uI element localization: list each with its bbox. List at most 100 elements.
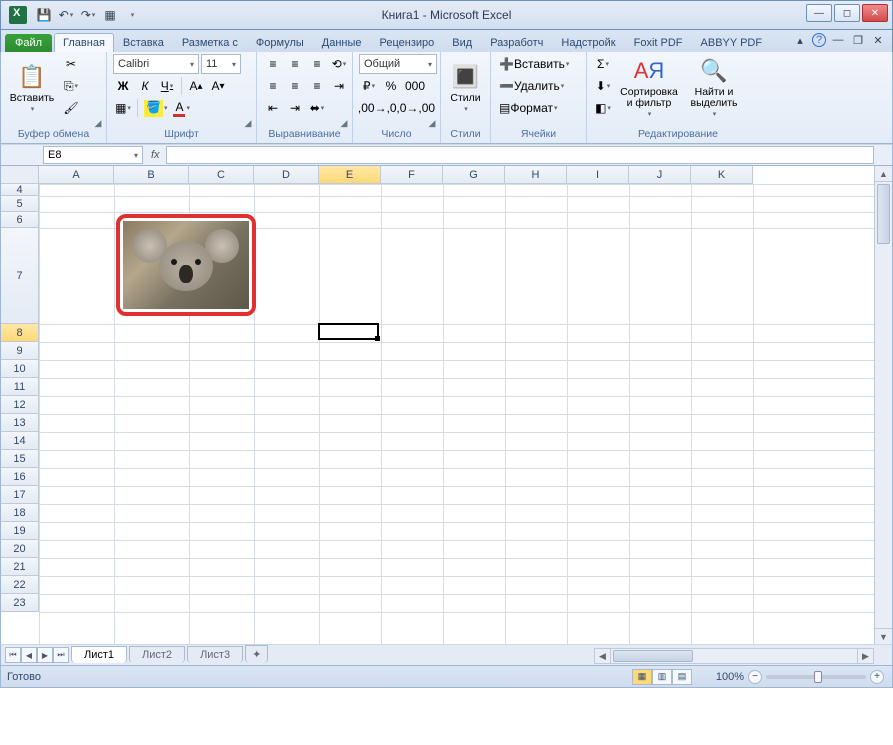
zoom-level[interactable]: 100% — [716, 671, 744, 683]
font-launcher-icon[interactable]: ◢ — [242, 117, 254, 129]
hscroll-thumb[interactable] — [613, 650, 693, 662]
doc-minimize-icon[interactable]: — — [830, 32, 846, 48]
tab-data[interactable]: Данные — [313, 33, 371, 52]
column-header-G[interactable]: G — [443, 166, 505, 184]
scroll-up-icon[interactable]: ▲ — [875, 166, 892, 182]
fill-color-icon[interactable]: 🪣▾ — [142, 98, 169, 118]
wrap-text-icon[interactable]: ⇥ — [329, 76, 349, 96]
orientation-icon[interactable]: ⟲▾ — [329, 54, 349, 74]
row-header-21[interactable]: 21 — [1, 558, 39, 576]
column-header-E[interactable]: E — [319, 166, 381, 184]
sheet-tab-2[interactable]: Лист2 — [129, 646, 185, 663]
sheet-tab-3[interactable]: Лист3 — [187, 646, 243, 663]
row-header-14[interactable]: 14 — [1, 432, 39, 450]
select-all-corner[interactable] — [1, 166, 39, 184]
row-header-11[interactable]: 11 — [1, 378, 39, 396]
formula-input[interactable] — [166, 146, 874, 164]
italic-button[interactable]: К — [135, 76, 155, 96]
page-layout-view-icon[interactable]: ▥ — [652, 669, 672, 685]
sort-filter-button[interactable]: АЯ Сортировка и фильтр▾ — [617, 54, 681, 120]
underline-button[interactable]: Ч▾ — [157, 76, 177, 96]
find-select-button[interactable]: 🔍 Найти и выделить▾ — [685, 54, 743, 120]
row-header-18[interactable]: 18 — [1, 504, 39, 522]
row-header-5[interactable]: 5 — [1, 196, 39, 212]
decrease-indent-icon[interactable]: ⇤ — [263, 98, 283, 118]
row-header-9[interactable]: 9 — [1, 342, 39, 360]
zoom-out-icon[interactable]: − — [748, 670, 762, 684]
delete-cells-button[interactable]: ➖ Удалить▾ — [497, 76, 566, 96]
save-icon[interactable]: 💾 — [35, 6, 53, 24]
tab-home[interactable]: Главная — [54, 33, 114, 52]
clear-icon[interactable]: ◧▾ — [593, 98, 613, 118]
align-center-icon[interactable]: ≡ — [285, 76, 305, 96]
row-header-8[interactable]: 8 — [1, 324, 39, 342]
row-header-20[interactable]: 20 — [1, 540, 39, 558]
column-header-J[interactable]: J — [629, 166, 691, 184]
tab-foxit[interactable]: Foxit PDF — [625, 33, 692, 52]
name-box[interactable]: E8▾ — [43, 146, 143, 164]
fill-icon[interactable]: ⬇▾ — [593, 76, 613, 96]
column-header-C[interactable]: C — [189, 166, 254, 184]
align-top-icon[interactable]: ≡ — [263, 54, 283, 74]
maximize-button[interactable]: ◻ — [834, 4, 860, 22]
zoom-slider[interactable] — [766, 675, 866, 679]
accounting-format-icon[interactable]: ₽▾ — [359, 76, 379, 96]
column-header-B[interactable]: B — [114, 166, 189, 184]
percent-format-icon[interactable]: % — [381, 76, 401, 96]
sheet-tab-1[interactable]: Лист1 — [71, 646, 127, 663]
qat-customize-icon[interactable]: ▾ — [123, 6, 141, 24]
column-header-D[interactable]: D — [254, 166, 319, 184]
column-header-H[interactable]: H — [505, 166, 567, 184]
align-bottom-icon[interactable]: ≡ — [307, 54, 327, 74]
row-header-17[interactable]: 17 — [1, 486, 39, 504]
row-header-13[interactable]: 13 — [1, 414, 39, 432]
increase-indent-icon[interactable]: ⇥ — [285, 98, 305, 118]
align-right-icon[interactable]: ≡ — [307, 76, 327, 96]
row-header-4[interactable]: 4 — [1, 184, 39, 196]
tab-insert[interactable]: Вставка — [114, 33, 173, 52]
worksheet-grid[interactable]: ABCDEFGHIJK 4567891011121314151617181920… — [0, 166, 893, 644]
cut-icon[interactable]: ✂ — [61, 54, 81, 74]
column-header-I[interactable]: I — [567, 166, 629, 184]
row-header-23[interactable]: 23 — [1, 594, 39, 612]
minimize-button[interactable]: — — [806, 4, 832, 22]
prev-sheet-icon[interactable]: ◀ — [21, 647, 37, 663]
scroll-left-icon[interactable]: ◀ — [595, 649, 611, 663]
styles-button[interactable]: 🔳 Стили▾ — [447, 54, 484, 120]
autosum-icon[interactable]: Σ▾ — [593, 54, 613, 74]
fx-icon[interactable]: fx — [151, 149, 160, 161]
embedded-image[interactable] — [123, 221, 249, 309]
row-header-22[interactable]: 22 — [1, 576, 39, 594]
tab-developer[interactable]: Разработч — [481, 33, 552, 52]
row-header-7[interactable]: 7 — [1, 228, 39, 324]
format-cells-button[interactable]: ▤ Формат▾ — [497, 98, 560, 118]
doc-close-icon[interactable]: ✕ — [870, 32, 886, 48]
tab-abbyy[interactable]: ABBYY PDF — [692, 33, 772, 52]
last-sheet-icon[interactable]: ⏭ — [53, 647, 69, 663]
comma-format-icon[interactable]: 000 — [403, 76, 427, 96]
next-sheet-icon[interactable]: ▶ — [37, 647, 53, 663]
tab-pagelayout[interactable]: Разметка с — [173, 33, 247, 52]
number-format-combo[interactable]: Общий▾ — [359, 54, 437, 74]
alignment-launcher-icon[interactable]: ◢ — [338, 117, 350, 129]
insert-cells-button[interactable]: ➕ Вставить▾ — [497, 54, 571, 74]
font-color-icon[interactable]: A▾ — [171, 98, 192, 118]
bold-button[interactable]: Ж — [113, 76, 133, 96]
row-header-15[interactable]: 15 — [1, 450, 39, 468]
scroll-right-icon[interactable]: ▶ — [857, 649, 873, 663]
row-header-10[interactable]: 10 — [1, 360, 39, 378]
format-painter-icon[interactable]: 🖌 — [61, 98, 81, 118]
redo-icon[interactable]: ↷▾ — [79, 6, 97, 24]
normal-view-icon[interactable]: ▦ — [632, 669, 652, 685]
file-tab[interactable]: Файл — [5, 34, 52, 52]
paste-button[interactable]: 📋 Вставить ▾ — [7, 54, 57, 120]
tab-addins[interactable]: Надстройк — [552, 33, 624, 52]
column-header-K[interactable]: K — [691, 166, 753, 184]
page-break-view-icon[interactable]: ▤ — [672, 669, 692, 685]
vertical-scrollbar[interactable]: ▲ ▼ — [874, 166, 892, 644]
quickprint-icon[interactable]: ▦ — [101, 6, 119, 24]
decrease-font-icon[interactable]: A▾ — [208, 76, 228, 96]
increase-decimal-icon[interactable]: ,00→,0 — [359, 98, 396, 118]
align-middle-icon[interactable]: ≡ — [285, 54, 305, 74]
number-launcher-icon[interactable]: ◢ — [426, 117, 438, 129]
